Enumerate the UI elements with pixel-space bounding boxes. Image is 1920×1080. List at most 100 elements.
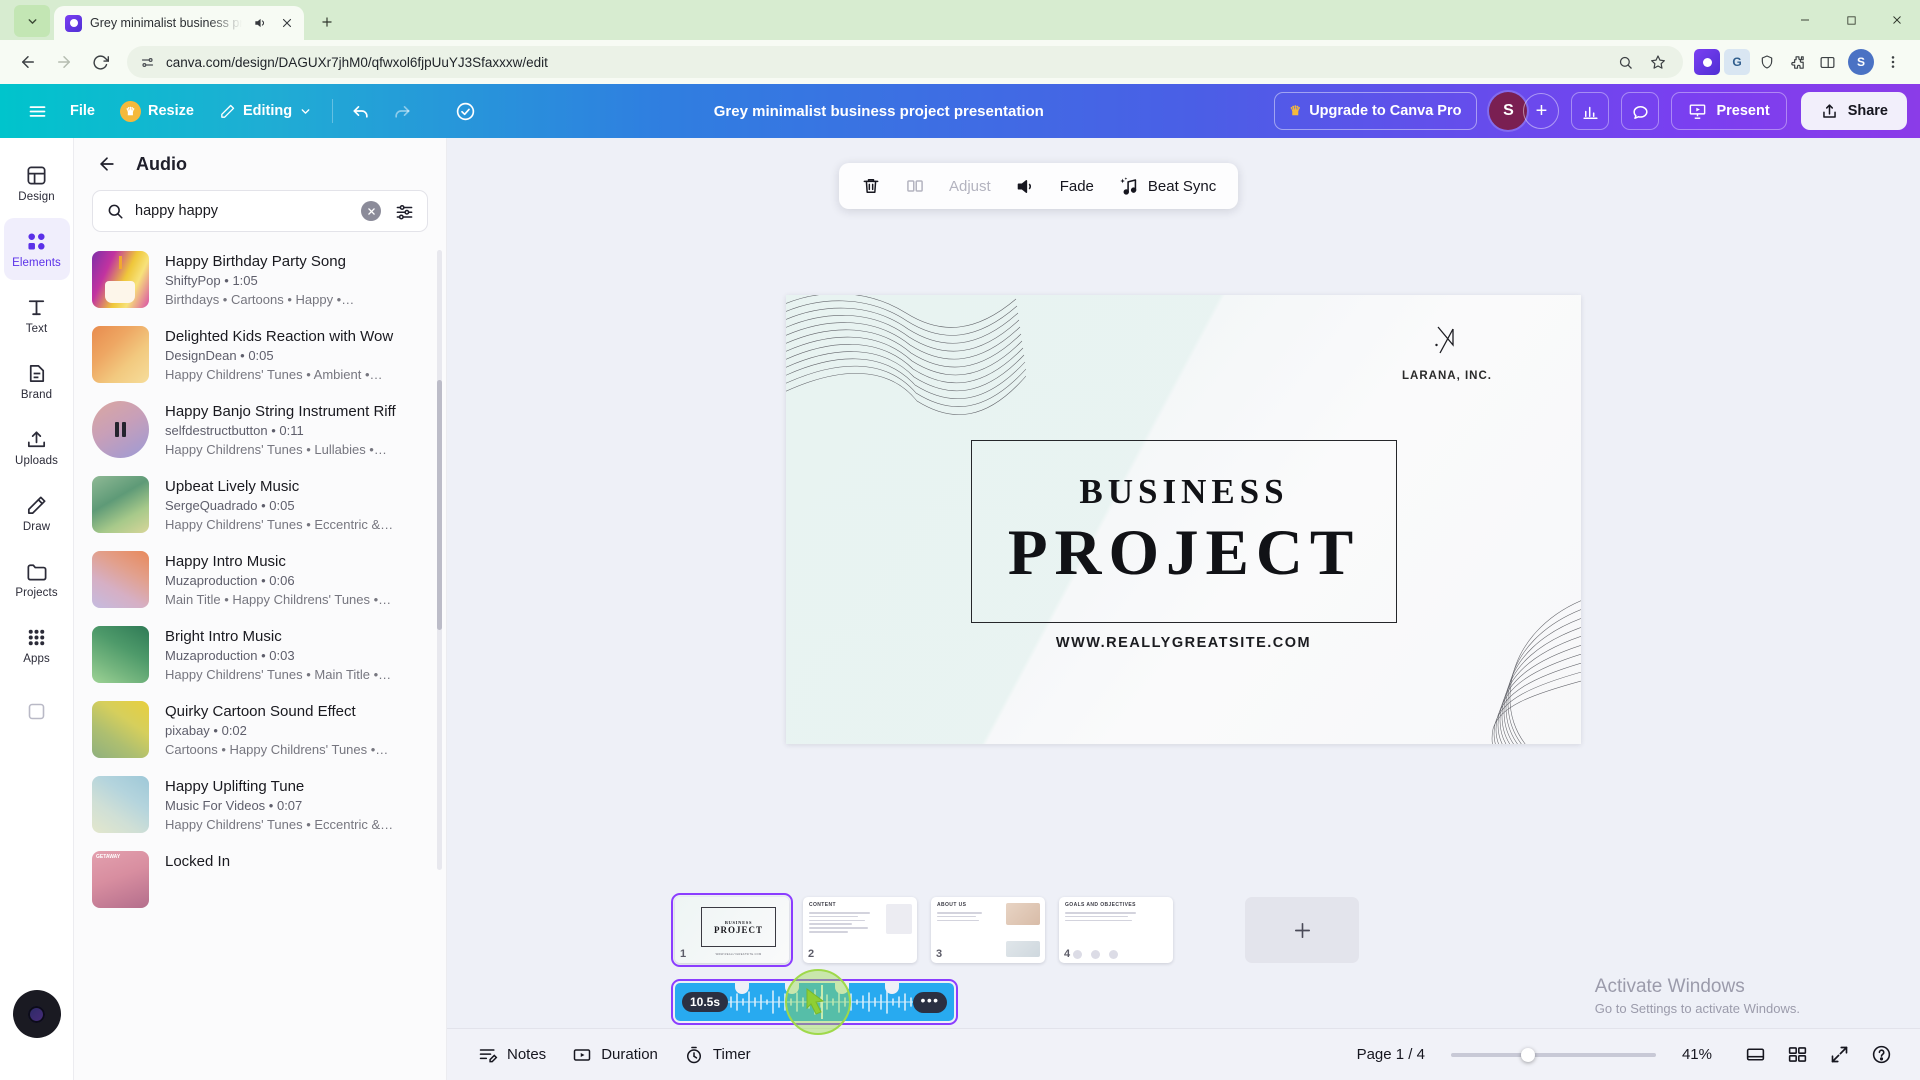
- comment-icon[interactable]: [1621, 92, 1660, 130]
- file-menu-button[interactable]: File: [59, 93, 106, 129]
- list-item[interactable]: Upbeat Lively Music SergeQuadrado • 0:05…: [92, 467, 428, 542]
- slide-title-frame[interactable]: BUSINESS PROJECT: [971, 439, 1397, 623]
- bar-chart-icon[interactable]: [1571, 92, 1610, 130]
- search-value[interactable]: happy happy: [135, 203, 350, 219]
- add-collaborator-button[interactable]: +: [1523, 93, 1560, 129]
- zoom-slider-handle[interactable]: [1520, 1047, 1535, 1062]
- grid-view-icon[interactable]: [1779, 1037, 1815, 1073]
- new-tab-button[interactable]: [312, 7, 342, 37]
- search-input[interactable]: happy happy: [92, 190, 428, 232]
- adjust-button[interactable]: Adjust: [939, 168, 1001, 204]
- notes-button[interactable]: Notes: [465, 1036, 559, 1074]
- sidebar-item-apps[interactable]: Apps: [4, 614, 70, 676]
- zoom-level[interactable]: 41%: [1682, 1046, 1712, 1063]
- page-thumbnail[interactable]: ABOUT US 3: [931, 897, 1045, 963]
- tab-search-button[interactable]: [14, 5, 50, 37]
- list-item[interactable]: Happy Intro Music Muzaproduction • 0:06 …: [92, 542, 428, 617]
- track-thumbnail[interactable]: [92, 626, 149, 683]
- cloud-check-icon[interactable]: [446, 92, 484, 130]
- sidebar-item-text[interactable]: Text: [4, 284, 70, 346]
- track-thumbnail[interactable]: [92, 251, 149, 308]
- close-window-button[interactable]: [1874, 4, 1920, 36]
- design-title[interactable]: Grey minimalist business project present…: [487, 103, 1270, 120]
- shield-ext-icon[interactable]: [1754, 49, 1780, 75]
- track-thumbnail[interactable]: [92, 776, 149, 833]
- tab-audio-icon[interactable]: [250, 14, 269, 33]
- slide-canvas[interactable]: LARANA, INC. BUSINESS PROJECT WWW.REALLY…: [786, 294, 1581, 744]
- sidebar-item-more[interactable]: [4, 680, 70, 742]
- close-icon[interactable]: [277, 14, 296, 33]
- upgrade-button[interactable]: ♛ Upgrade to Canva Pro: [1273, 92, 1478, 130]
- sidebar-item-draw[interactable]: Draw: [4, 482, 70, 544]
- minimize-button[interactable]: [1782, 4, 1828, 36]
- filter-sliders-icon[interactable]: [392, 199, 416, 223]
- site-settings-icon[interactable]: [140, 55, 155, 70]
- reload-icon[interactable]: [84, 46, 116, 78]
- browser-profile-avatar[interactable]: S: [1848, 49, 1874, 75]
- beat-sync-button[interactable]: Beat Sync: [1108, 168, 1226, 204]
- omnibox[interactable]: canva.com/design/DAGUXr7jhM0/qfwxol6fjpU…: [127, 46, 1683, 78]
- record-button[interactable]: [12, 990, 61, 1038]
- page-thumbnail[interactable]: BUSINESS PROJECT WWW.REALLYGREATSITE.COM…: [671, 893, 793, 967]
- zoom-icon[interactable]: [1614, 51, 1636, 73]
- page-thumbnail[interactable]: CONTENT 2: [803, 897, 917, 963]
- track-thumbnail[interactable]: [92, 326, 149, 383]
- puzzle-ext-icon[interactable]: [1784, 49, 1810, 75]
- scrollbar-thumb[interactable]: [437, 380, 442, 630]
- track-thumbnail[interactable]: GETAWAY: [92, 851, 149, 908]
- panel-scrollbar[interactable]: [437, 250, 442, 870]
- hamburger-icon[interactable]: [18, 92, 56, 130]
- present-button[interactable]: Present: [1671, 92, 1787, 130]
- sidebar-item-projects[interactable]: Projects: [4, 548, 70, 610]
- sidebar-item-uploads[interactable]: Uploads: [4, 416, 70, 478]
- sidebar-label: Brand: [20, 388, 53, 401]
- list-item[interactable]: Happy Banjo String Instrument Riff selfd…: [92, 392, 428, 467]
- volume-button[interactable]: [1005, 168, 1046, 204]
- forward-arrow-icon[interactable]: [48, 46, 80, 78]
- add-page-button[interactable]: [1245, 897, 1359, 963]
- fade-button[interactable]: Fade: [1050, 168, 1104, 204]
- sidebar-item-elements[interactable]: Elements: [3, 218, 70, 280]
- grammarly-ext-icon[interactable]: G: [1724, 49, 1750, 75]
- list-item[interactable]: GETAWAY Locked In: [92, 842, 428, 917]
- zoom-slider[interactable]: [1450, 1047, 1656, 1062]
- delete-button[interactable]: [851, 168, 891, 204]
- track-play-pause-button[interactable]: [92, 401, 149, 458]
- list-item[interactable]: Happy Uplifting Tune Music For Videos • …: [92, 767, 428, 842]
- resize-button[interactable]: ♛ Resize: [109, 93, 205, 129]
- avatar[interactable]: S: [1489, 92, 1528, 130]
- list-item[interactable]: Bright Intro Music Muzaproduction • 0:03…: [92, 617, 428, 692]
- page-thumbnail[interactable]: GOALS AND OBJECTIVES 4: [1059, 897, 1173, 963]
- split-button[interactable]: [895, 168, 935, 204]
- split-screen-icon[interactable]: [1814, 49, 1840, 75]
- help-icon[interactable]: [1863, 1037, 1899, 1073]
- fullscreen-icon[interactable]: [1821, 1037, 1857, 1073]
- track-thumbnail[interactable]: [92, 476, 149, 533]
- maximize-button[interactable]: [1828, 4, 1874, 36]
- single-view-icon[interactable]: [1737, 1037, 1773, 1073]
- clear-x-icon[interactable]: [361, 201, 381, 221]
- share-button[interactable]: Share: [1800, 92, 1907, 130]
- list-item[interactable]: Delighted Kids Reaction with Wow DesignD…: [92, 317, 428, 392]
- sidebar-item-design[interactable]: Design: [4, 152, 70, 214]
- undo-icon[interactable]: [342, 92, 380, 130]
- kebab-menu-icon[interactable]: [1878, 47, 1908, 77]
- canva-ext-icon[interactable]: [1694, 49, 1720, 75]
- editing-mode-button[interactable]: Editing: [208, 93, 323, 129]
- list-item[interactable]: Quirky Cartoon Sound Effect pixabay • 0:…: [92, 692, 428, 767]
- list-item[interactable]: Happy Birthday Party Song ShiftyPop • 1:…: [92, 242, 428, 317]
- back-arrow-icon[interactable]: [94, 151, 120, 177]
- back-arrow-icon[interactable]: [12, 46, 44, 78]
- duration-button[interactable]: Duration: [559, 1036, 671, 1074]
- bookmark-star-icon[interactable]: [1647, 51, 1669, 73]
- track-thumbnail[interactable]: [92, 701, 149, 758]
- timer-button[interactable]: Timer: [671, 1036, 764, 1074]
- browser-tab[interactable]: Grey minimalist business pr: [54, 6, 304, 40]
- clip-menu-button[interactable]: •••: [913, 991, 947, 1013]
- audio-track-list[interactable]: Happy Birthday Party Song ShiftyPop • 1:…: [74, 242, 446, 1080]
- audio-clip[interactable]: 10.5s •••: [671, 969, 958, 1035]
- track-thumbnail[interactable]: [92, 551, 149, 608]
- sidebar-item-brand[interactable]: Brand: [4, 350, 70, 412]
- cursor-highlight: [785, 969, 851, 1035]
- redo-icon[interactable]: [383, 92, 421, 130]
